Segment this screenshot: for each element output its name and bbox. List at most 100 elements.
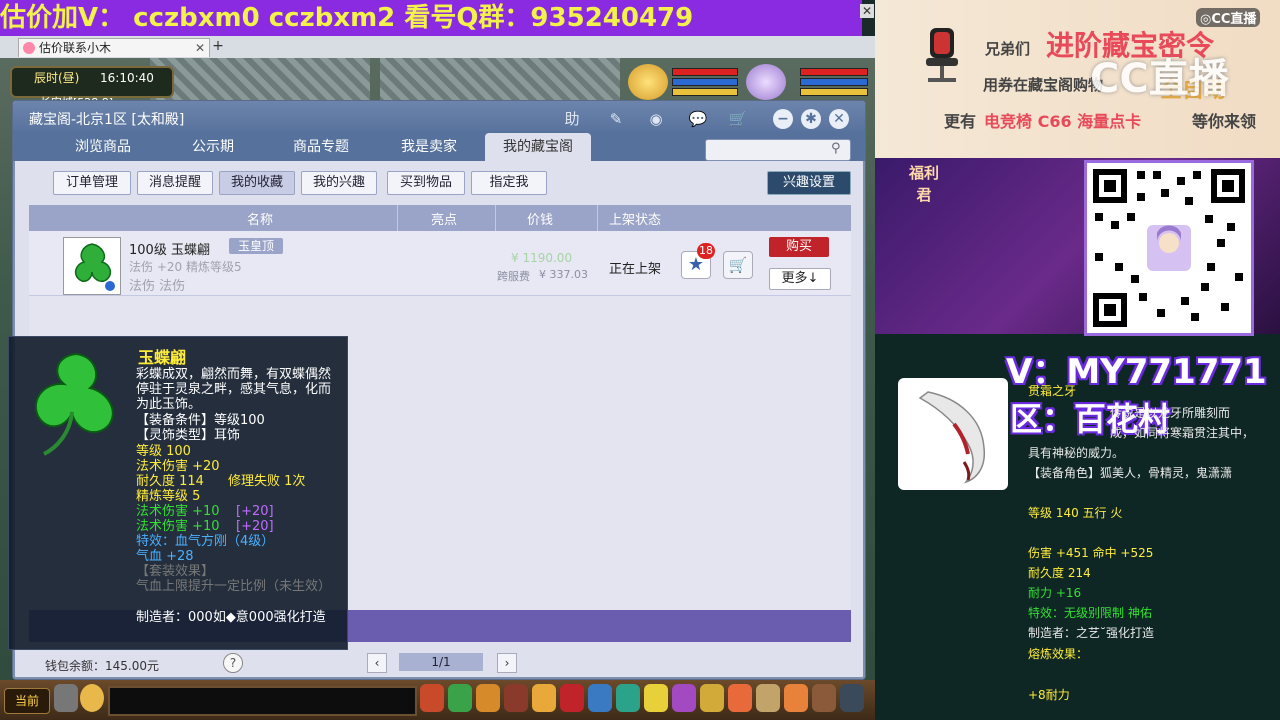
hud-menu-icon[interactable] (560, 684, 584, 712)
tooltip-set-desc: 气血上限提升一定比例（未生效） (136, 579, 332, 594)
ad-text: 等你来领 (1192, 112, 1257, 131)
tooltip-extra-1: 法术伤害 +10 (136, 504, 220, 519)
item-large-image (16, 344, 126, 464)
hud-menu-icon[interactable] (784, 684, 808, 712)
tooltip-type: 【灵饰类型】耳饰 (136, 428, 241, 443)
prev-page-button[interactable]: ‹ (367, 653, 387, 673)
minimize-button[interactable]: − (773, 109, 793, 129)
hud-menu-icon[interactable] (588, 684, 612, 712)
window-title: 藏宝阁-北京1区 [太和殿] (29, 112, 185, 128)
tab-seller[interactable]: 我是卖家 (379, 133, 479, 161)
listing-status: 正在上架 (609, 262, 662, 277)
pet-exp-bar (672, 88, 738, 96)
hud-menu-icon[interactable] (756, 684, 780, 712)
subtab-purchased[interactable]: 买到物品 (387, 171, 465, 195)
ad-text: 兄弟们 (985, 40, 1031, 58)
hud-menu-icon[interactable] (448, 684, 472, 712)
player-anger-bar (800, 88, 868, 96)
tooltip-maker: 制造者：000如◆意000强化打造 (136, 610, 326, 625)
item-name[interactable]: 100级 玉蝶翩 (129, 239, 210, 258)
header-highlights: 亮点 (431, 213, 458, 228)
interest-settings-button[interactable]: 兴趣设置 (767, 171, 851, 195)
new-tab-button[interactable]: + (210, 38, 226, 54)
favicon-icon (23, 42, 35, 54)
hud-menu-icon[interactable] (504, 684, 528, 712)
subtab-designated[interactable]: 指定我 (471, 171, 547, 195)
mic-icon[interactable] (54, 684, 78, 712)
banner-close-icon[interactable]: ✕ (860, 4, 874, 18)
record-icon[interactable]: ◉ (645, 109, 667, 129)
card-stamina: 耐力 +16 (1028, 586, 1082, 600)
pet-mp-bar (672, 78, 738, 86)
player-portrait-icon[interactable] (746, 64, 786, 100)
tab-browse[interactable]: 浏览商品 (53, 133, 153, 161)
header-name: 名称 (247, 213, 274, 228)
tab-title: 估价联系小木 (39, 41, 112, 55)
hud-menu-icon[interactable] (476, 684, 500, 712)
subtab-orders[interactable]: 订单管理 (53, 171, 131, 195)
hud-menu-icon[interactable] (644, 684, 668, 712)
tab-close-icon[interactable]: ✕ (195, 39, 205, 57)
card-level: 等级 140 五行 火 (1028, 506, 1123, 520)
hud-menu-icon[interactable] (812, 684, 836, 712)
card-desc: 成，如同将寒霜贯注其中， (1110, 426, 1255, 440)
hud-menu-icon[interactable] (420, 684, 444, 712)
qr-code (1084, 160, 1254, 336)
pet-portrait-icon[interactable] (628, 64, 668, 100)
tooltip-hp: 气血 +28 (136, 549, 194, 564)
subtab-favorites[interactable]: 我的收藏 (219, 171, 295, 195)
browser-tab-bar: 估价联系小木 ✕ + (0, 36, 875, 59)
search-input[interactable] (705, 139, 851, 161)
cc-live-watermark: CC直播 (1090, 56, 1229, 102)
card-desc: 具有神秘的威力。 (1028, 446, 1125, 460)
tab-topics[interactable]: 商品专题 (271, 133, 371, 161)
tooltip-special: 特效：血气方刚（4级） (136, 534, 275, 549)
hud-menu-icon[interactable] (840, 684, 864, 712)
tab-my-pavilion[interactable]: 我的藏宝阁 (485, 133, 591, 161)
card-durability: 耐久度 214 (1028, 566, 1091, 580)
chat-icon[interactable]: 💬 (687, 109, 709, 129)
ad-highlight: 电竞椅 C66 海量点卡 (984, 112, 1142, 131)
balance-help-icon[interactable]: ? (223, 653, 243, 673)
hud-menu-icon[interactable] (700, 684, 724, 712)
cart-icon[interactable]: 🛒 (727, 109, 749, 129)
more-button[interactable]: 更多↓ (769, 268, 831, 290)
card-special: 特效：无级别限制 神佑 (1028, 606, 1152, 620)
tooltip-magic-damage: 法术伤害 +20 (136, 459, 220, 474)
header-status: 上架状态 (609, 213, 662, 228)
item-attributes: 法伤 +20 精炼等级5 (129, 260, 242, 274)
tooltip-extra-2: 法术伤害 +10 (136, 519, 220, 534)
emoji-icon[interactable] (80, 684, 104, 712)
subtab-messages[interactable]: 消息提醒 (137, 171, 213, 195)
hud-menu-icon[interactable] (728, 684, 752, 712)
card-melt-label: 熔炼效果： (1028, 647, 1089, 661)
help-button[interactable]: 助 (561, 109, 583, 129)
browser-tab[interactable]: 估价联系小木 ✕ (18, 38, 210, 57)
edit-icon[interactable]: ✎ (605, 109, 627, 129)
time-period: 辰时(昼) (34, 71, 80, 85)
search-icon[interactable]: ⚲ (831, 142, 845, 156)
buy-button[interactable]: 购买 (769, 237, 829, 257)
tooltip-description: 彩蝶成双，翩然而舞，有双蝶偶然停驻于灵泉之畔，感其气息，化而为此玉饰。 (136, 367, 332, 412)
chat-channel-button[interactable]: 当前 (4, 688, 50, 714)
hud-menu-icon[interactable] (532, 684, 556, 712)
tab-public[interactable]: 公示期 (163, 133, 263, 161)
page-indicator: 1/1 (399, 653, 483, 671)
server-badge: 玉皇顶 (229, 238, 283, 254)
hud-menu-icon[interactable] (672, 684, 696, 712)
hud-menu-icon[interactable] (616, 684, 640, 712)
column-divider (495, 205, 496, 231)
banner-text: 估价加V： cczbxm0 cczbxm2 看号Q群：935240479 (0, 3, 694, 33)
next-page-button[interactable]: › (497, 653, 517, 673)
close-button[interactable]: ✕ (829, 109, 849, 129)
chat-input[interactable] (108, 686, 417, 716)
fang-weapon-image (898, 378, 1008, 490)
cross-server-fee-label: 跨服费 (497, 270, 530, 283)
card-roles: 【装备角色】狐美人，骨精灵，鬼潇潇 (1028, 466, 1233, 480)
settings-button[interactable]: ✱ (801, 109, 821, 129)
item-thumbnail[interactable] (63, 237, 121, 295)
card-maker: 制造者：之艺˘强化打造 (1028, 626, 1155, 640)
add-to-cart-icon[interactable]: 🛒 (723, 251, 753, 279)
subtab-interests[interactable]: 我的兴趣 (301, 171, 377, 195)
wallet-balance: 钱包余额：145.00元 (45, 659, 159, 673)
